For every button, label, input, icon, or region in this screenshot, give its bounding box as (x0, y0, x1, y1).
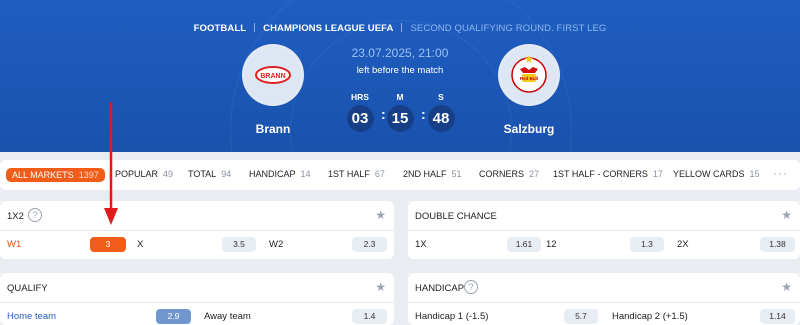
countdown-seconds: S 48 (426, 92, 456, 132)
hours-value: 03 (346, 105, 374, 132)
breadcrumb-round: SECOND QUALIFYING ROUND. FIRST LEG (410, 23, 607, 34)
market-handicap: HANDICAP ? ★ Handicap 1 (-1.5) 5.7 Handi… (408, 273, 800, 325)
star-icon[interactable]: ★ (781, 208, 792, 222)
outcome-2x-label: 2X (677, 239, 689, 250)
away-team: Red Bull Salzburg (469, 44, 589, 136)
minutes-value: 15 (386, 105, 414, 132)
match-datetime: 23.07.2025, 21:00 (351, 46, 449, 60)
market-title: DOUBLE CHANCE (415, 211, 497, 222)
breadcrumb-sport[interactable]: FOOTBALL (194, 23, 247, 34)
outcome-handicap-2-odds[interactable]: 1.14 (760, 309, 795, 324)
help-icon[interactable]: ? (28, 208, 42, 222)
outcome-w1-label: W1 (7, 239, 22, 250)
outcome-1x-label: 1X (415, 239, 427, 250)
outcome-handicap-2-label: Handicap 2 (+1.5) (612, 311, 688, 322)
outcome-x-label: X (137, 239, 144, 250)
hours-label: HRS (351, 92, 369, 102)
countdown-hours: HRS 03 (345, 92, 375, 132)
market-double-chance: DOUBLE CHANCE ★ 1X 1.61 12 1.3 2X 1.38 (408, 201, 800, 259)
home-team: BRANN Brann (213, 44, 333, 136)
star-icon[interactable]: ★ (375, 208, 386, 222)
left-before-label: left before the match (356, 65, 444, 76)
away-team-logo: Red Bull (498, 44, 560, 106)
seconds-label: S (438, 92, 444, 102)
outcome-1x-odds[interactable]: 1.61 (507, 237, 541, 252)
market-1x2: 1X2 ? ★ W1 3 X 3.5 W2 2.3 (0, 201, 394, 259)
star-icon[interactable]: ★ (781, 280, 792, 294)
outcome-home-team-odds[interactable]: 2.9 (156, 309, 191, 324)
breadcrumb: FOOTBALL CHAMPIONS LEAGUE UEFA SECOND QUAL… (0, 23, 800, 34)
outcome-w2-odds[interactable]: 2.3 (352, 237, 387, 252)
star-icon[interactable]: ★ (375, 280, 386, 294)
market-title: HANDICAP (415, 283, 465, 294)
tab-total[interactable]: TOTAL 94 (188, 169, 231, 179)
away-team-name: Salzburg (503, 122, 555, 136)
outcome-away-team-label: Away team (204, 311, 251, 322)
match-header: FOOTBALL CHAMPIONS LEAGUE UEFA SECOND QUAL… (0, 0, 800, 152)
tab-yellow-cards[interactable]: YELLOW CARDS 15 (673, 169, 760, 179)
outcome-handicap-1-odds[interactable]: 5.7 (564, 309, 598, 324)
countdown-minutes: M 15 (385, 92, 415, 132)
outcome-12-odds[interactable]: 1.3 (630, 237, 664, 252)
home-team-name: Brann (255, 122, 291, 136)
countdown-timer: HRS 03 : M 15 : S 48 (340, 92, 460, 132)
home-logo-text: BRANN (260, 73, 285, 80)
outcome-x-odds[interactable]: 3.5 (222, 237, 256, 252)
market-qualify: QUALIFY ★ Home team 2.9 Away team 1.4 (0, 273, 394, 325)
markets-tab-bar: ALL MARKETS 1397 POPULAR 49 TOTAL 94 HANDIC… (0, 160, 800, 190)
more-tabs-icon[interactable]: ··· (773, 166, 788, 180)
annotation-arrow-icon (104, 102, 118, 225)
outcome-home-team-label: Home team (7, 311, 57, 322)
home-team-logo: BRANN (242, 44, 304, 106)
minutes-label: M (396, 92, 404, 102)
tab-1st-half-corners[interactable]: 1ST HALF - CORNERS 17 (553, 169, 663, 179)
tab-corners[interactable]: CORNERS 27 (479, 169, 539, 179)
outcome-12-label: 12 (546, 239, 557, 250)
tab-1st-half[interactable]: 1ST HALF 67 (328, 169, 385, 179)
tab-handicap[interactable]: HANDICAP 14 (249, 169, 311, 179)
tab-all-markets[interactable]: ALL MARKETS 1397 (6, 168, 105, 182)
away-logo-text: Red Bull (520, 76, 538, 81)
outcome-2x-odds[interactable]: 1.38 (760, 237, 795, 252)
market-title: QUALIFY (7, 283, 48, 294)
breadcrumb-league[interactable]: CHAMPIONS LEAGUE UEFA (263, 23, 393, 34)
help-icon[interactable]: ? (464, 280, 478, 294)
seconds-value: 48 (427, 105, 455, 132)
outcome-away-team-odds[interactable]: 1.4 (352, 309, 387, 324)
outcome-w1-odds[interactable]: 3 (90, 237, 126, 252)
outcome-handicap-1-label: Handicap 1 (-1.5) (415, 311, 489, 322)
tab-2nd-half[interactable]: 2ND HALF 51 (403, 169, 462, 179)
tab-popular[interactable]: POPULAR 49 (115, 169, 173, 179)
outcome-w2-label: W2 (269, 239, 284, 250)
market-title: 1X2 (7, 211, 24, 222)
